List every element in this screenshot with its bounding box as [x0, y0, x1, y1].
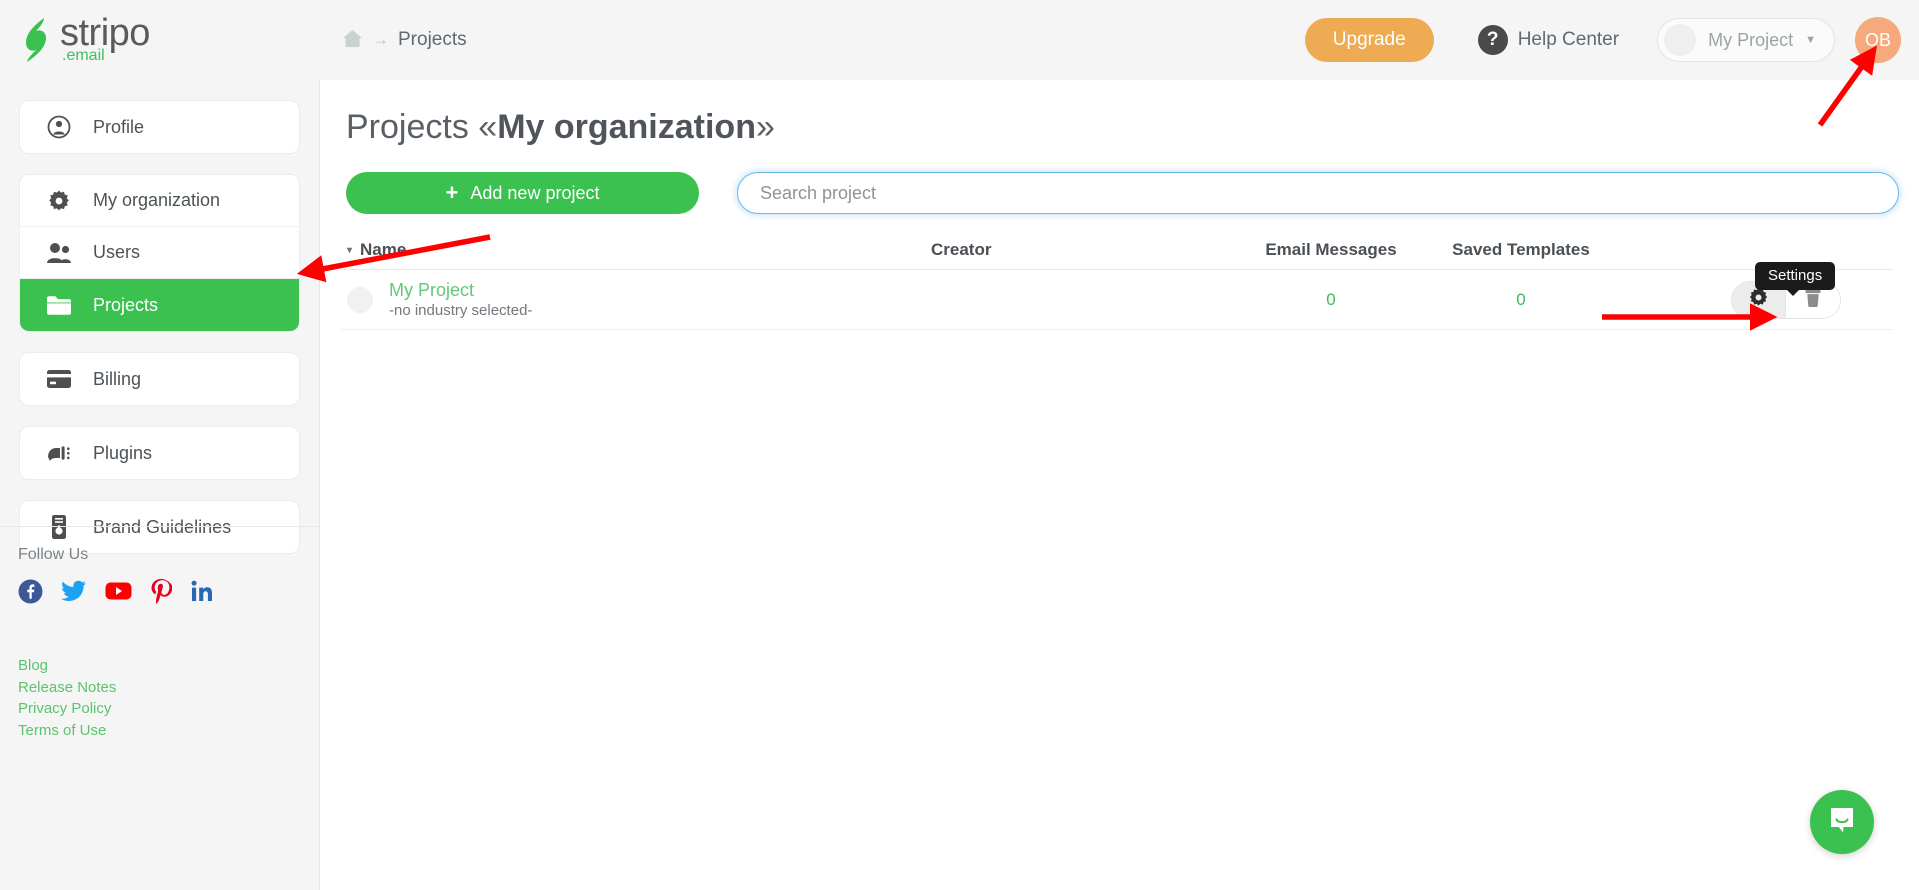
page-title-prefix: Projects « [346, 108, 497, 146]
help-center-link[interactable]: ? Help Center [1478, 25, 1619, 55]
project-industry: -no industry selected- [389, 301, 532, 321]
page-title-org: My organization [497, 108, 756, 146]
add-new-project-label: Add new project [470, 183, 599, 204]
project-selector[interactable]: My Project ▼ [1657, 18, 1835, 62]
folder-icon [46, 292, 72, 318]
column-header-name-label: Name [360, 240, 406, 260]
header-actions: Upgrade ? Help Center My Project ▼ OB [1305, 17, 1919, 63]
page-title: Projects «My organization» [346, 108, 1919, 147]
delete-icon [1804, 287, 1822, 313]
project-name-link[interactable]: My Project [389, 279, 532, 302]
add-new-project-button[interactable]: + Add new project [346, 172, 699, 214]
brand-book-icon [46, 514, 72, 540]
cell-actions [1611, 281, 1893, 319]
sidebar-item-users[interactable]: Users [20, 227, 299, 279]
cell-email-messages[interactable]: 0 [1231, 290, 1431, 310]
sidebar-item-plugins[interactable]: Plugins [20, 427, 299, 479]
sidebar-label: Projects [93, 295, 158, 316]
user-circle-icon [46, 114, 72, 140]
sidebar-label: Users [93, 242, 140, 263]
sidebar-label: Profile [93, 117, 144, 138]
sidebar-label: Billing [93, 369, 141, 390]
project-thumbnail [347, 287, 373, 313]
cell-saved-templates[interactable]: 0 [1431, 290, 1611, 310]
sidebar-group-billing: Billing [19, 352, 300, 406]
chat-widget-button[interactable] [1810, 790, 1874, 854]
plus-icon: + [446, 182, 459, 204]
chevron-down-icon: ▼ [1805, 34, 1816, 46]
help-center-label: Help Center [1518, 29, 1619, 51]
follow-us-section: Follow Us [18, 546, 214, 609]
plug-icon [46, 440, 72, 466]
question-mark-icon: ? [1478, 25, 1508, 55]
column-header-name[interactable]: ▾ Name [341, 240, 931, 260]
sidebar-footer-links: Blog Release Notes Privacy Policy Terms … [18, 655, 116, 741]
top-header: stripo .email → Projects Upgrade ? Help … [0, 0, 1919, 80]
app-logo[interactable]: stripo .email [0, 0, 320, 80]
sidebar: Profile My organization Users P [0, 80, 320, 890]
sidebar-group-organization: My organization Users Projects [19, 174, 300, 332]
follow-us-label: Follow Us [18, 546, 214, 564]
footer-link-release-notes[interactable]: Release Notes [18, 677, 116, 699]
sort-caret-icon: ▾ [347, 245, 352, 256]
breadcrumb-current[interactable]: Projects [398, 29, 467, 51]
home-icon[interactable] [342, 29, 363, 52]
settings-tooltip: Settings [1755, 262, 1835, 290]
facebook-icon[interactable] [18, 579, 43, 609]
footer-link-terms-of-use[interactable]: Terms of Use [18, 720, 116, 742]
sidebar-label: Brand Guidelines [93, 517, 231, 538]
sidebar-item-profile[interactable]: Profile [20, 101, 299, 153]
cell-project-name: My Project -no industry selected- [341, 279, 931, 321]
projects-table: ▾ Name Creator Email Messages Saved Temp… [341, 240, 1893, 330]
gear-icon [46, 188, 72, 214]
pinterest-icon[interactable] [150, 578, 172, 609]
sidebar-divider [0, 526, 319, 527]
stripo-logo-icon [22, 17, 56, 63]
main-content: Projects «My organization» + Add new pro… [321, 80, 1919, 890]
footer-link-privacy-policy[interactable]: Privacy Policy [18, 698, 116, 720]
app-root: stripo .email → Projects Upgrade ? Help … [0, 0, 1919, 890]
column-header-saved-templates: Saved Templates [1431, 240, 1611, 260]
users-icon [46, 240, 72, 266]
sidebar-item-projects[interactable]: Projects [20, 279, 299, 331]
project-selector-label: My Project [1708, 30, 1793, 51]
search-input[interactable] [737, 172, 1899, 214]
sidebar-item-my-organization[interactable]: My organization [20, 175, 299, 227]
sidebar-item-billing[interactable]: Billing [20, 353, 299, 405]
sidebar-group-profile: Profile [19, 100, 300, 154]
column-header-email-messages: Email Messages [1231, 240, 1431, 260]
upgrade-button[interactable]: Upgrade [1305, 18, 1434, 62]
sidebar-label: Plugins [93, 443, 152, 464]
twitter-icon[interactable] [61, 579, 87, 609]
page-title-suffix: » [756, 108, 775, 146]
table-header-row: ▾ Name Creator Email Messages Saved Temp… [341, 240, 1893, 270]
sidebar-label: My organization [93, 190, 220, 211]
logo-subtext: .email [62, 48, 150, 64]
column-header-creator: Creator [931, 240, 1231, 260]
chat-bubble-icon [1826, 804, 1858, 841]
sidebar-group-plugins: Plugins [19, 426, 300, 480]
breadcrumb-arrow: → [372, 30, 389, 50]
toolbar: + Add new project [346, 172, 1919, 214]
credit-card-icon [46, 366, 72, 392]
table-row: My Project -no industry selected- 0 0 [341, 270, 1893, 330]
youtube-icon[interactable] [105, 581, 132, 606]
project-avatar [1664, 24, 1696, 56]
settings-icon [1748, 287, 1769, 313]
linkedin-icon[interactable] [190, 579, 214, 608]
footer-link-blog[interactable]: Blog [18, 655, 116, 677]
breadcrumb: → Projects [342, 29, 467, 52]
social-links [18, 578, 214, 609]
avatar[interactable]: OB [1855, 17, 1901, 63]
